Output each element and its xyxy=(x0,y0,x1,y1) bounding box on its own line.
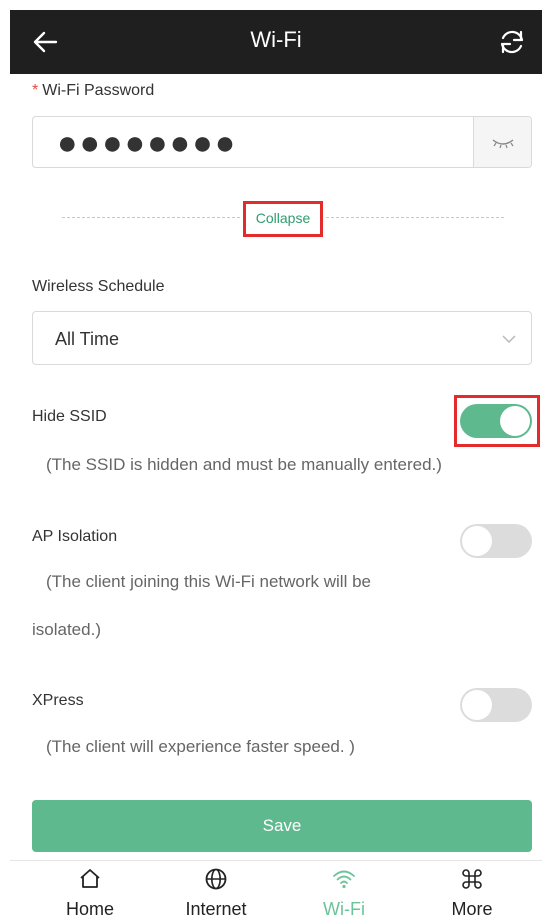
schedule-label: Wireless Schedule xyxy=(32,278,165,295)
schedule-value: All Time xyxy=(55,329,120,349)
password-field[interactable]: ●●●●●●●● xyxy=(32,116,532,168)
xpress-label: XPress xyxy=(32,692,84,709)
tab-more-label: More xyxy=(451,899,493,919)
toggle-knob xyxy=(462,526,492,556)
tab-internet[interactable]: Internet xyxy=(156,861,276,924)
ap-isolation-toggle[interactable] xyxy=(460,524,532,558)
globe-icon xyxy=(205,868,227,890)
home-icon xyxy=(80,869,100,888)
tab-internet-label: Internet xyxy=(185,899,247,919)
hide-ssid-hint: (The SSID is hidden and must be manually… xyxy=(46,455,442,474)
top-bar: Wi-Fi xyxy=(10,10,542,74)
xpress-toggle[interactable] xyxy=(460,688,532,722)
eye-closed-icon xyxy=(492,139,514,149)
tab-home-label: Home xyxy=(65,899,114,919)
hide-ssid-label: Hide SSID xyxy=(32,408,107,425)
command-icon xyxy=(462,869,482,889)
ap-isolation-hint-line1: (The client joining this Wi-Fi network w… xyxy=(46,572,371,591)
collapse-link[interactable]: Collapse xyxy=(243,201,323,237)
bottom-tab-bar: Home Internet Wi-Fi More xyxy=(10,860,542,924)
password-label-text: Wi-Fi Password xyxy=(42,82,155,99)
password-label: * Wi-Fi Password xyxy=(32,82,154,100)
password-value[interactable]: ●●●●●●●● xyxy=(57,123,237,163)
chevron-down-icon xyxy=(502,335,516,343)
highlight-box xyxy=(454,395,540,447)
password-visibility-toggle[interactable] xyxy=(473,117,531,167)
ap-isolation-hint-line2: isolated.) xyxy=(32,620,101,639)
divider-right xyxy=(326,217,504,218)
tab-more[interactable]: More xyxy=(412,861,532,924)
required-mark: * xyxy=(32,82,39,99)
divider-left xyxy=(62,217,240,218)
tab-wifi[interactable]: Wi-Fi xyxy=(284,861,404,924)
toggle-knob xyxy=(462,690,492,720)
xpress-hint: (The client will experience faster speed… xyxy=(46,737,355,756)
refresh-icon[interactable] xyxy=(494,24,530,60)
wifi-icon xyxy=(333,870,355,889)
ap-isolation-label: AP Isolation xyxy=(32,528,118,545)
tab-home[interactable]: Home xyxy=(30,861,150,924)
save-button[interactable]: Save xyxy=(32,800,532,852)
page-title: Wi-Fi xyxy=(250,27,302,52)
schedule-select[interactable]: All Time xyxy=(32,311,532,365)
tab-wifi-label: Wi-Fi xyxy=(323,899,365,919)
